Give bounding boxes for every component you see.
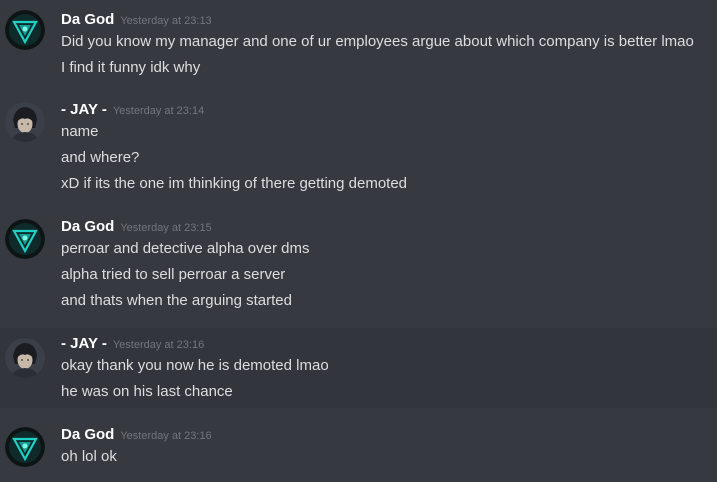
message-group: - JAY - Yesterday at 23:16 okay thank you…: [0, 328, 717, 408]
avatar[interactable]: [5, 219, 45, 259]
message-text: name: [61, 123, 99, 140]
avatar[interactable]: [5, 427, 45, 467]
green-triangle-logo-icon: [5, 10, 45, 50]
message-header: - JAY - Yesterday at 23:16: [61, 335, 204, 353]
avatar[interactable]: [5, 102, 45, 142]
green-triangle-logo-icon: [5, 427, 45, 467]
username[interactable]: - JAY -: [61, 335, 107, 352]
message-text: and where?: [61, 149, 140, 166]
anime-character-icon: [5, 338, 45, 378]
message-group: Da God Yesterday at 23:16 oh lol ok: [0, 417, 717, 482]
anime-character-icon: [5, 102, 45, 142]
username[interactable]: Da God: [61, 218, 114, 235]
timestamp: Yesterday at 23:16: [120, 430, 212, 442]
username[interactable]: - JAY -: [61, 101, 107, 118]
green-triangle-logo-icon: [5, 219, 45, 259]
message-header: Da God Yesterday at 23:13: [61, 11, 212, 29]
timestamp: Yesterday at 23:13: [120, 15, 212, 27]
username[interactable]: Da God: [61, 426, 114, 443]
message-text: oh lol ok: [61, 448, 117, 465]
message-group: Da God Yesterday at 23:15 perroar and det…: [0, 208, 717, 320]
timestamp: Yesterday at 23:16: [112, 339, 205, 351]
timestamp: Yesterday at 23:15: [120, 222, 212, 234]
message-header: Da God Yesterday at 23:15: [61, 218, 212, 236]
message-group: - JAY - Yesterday at 23:14 name and where…: [0, 91, 717, 203]
message-text: perroar and detective alpha over dms: [61, 240, 310, 257]
message-group: Da God Yesterday at 23:13 Did you know my…: [0, 0, 717, 90]
message-text: alpha tried to sell perroar a server: [61, 266, 286, 283]
message-text: he was on his last chance: [61, 383, 233, 400]
message-header: - JAY - Yesterday at 23:14: [61, 101, 204, 119]
username[interactable]: Da God: [61, 11, 114, 28]
chat-messages: Da God Yesterday at 23:13 Did you know my…: [0, 0, 717, 482]
message-text: xD if its the one im thinking of there g…: [61, 175, 408, 192]
message-header: Da God Yesterday at 23:16: [61, 426, 212, 444]
message-text: Did you know my manager and one of ur em…: [61, 33, 694, 50]
avatar[interactable]: [5, 338, 45, 378]
message-text: okay thank you now he is demoted lmao: [61, 357, 329, 374]
avatar[interactable]: [5, 10, 45, 50]
timestamp: Yesterday at 23:14: [112, 105, 205, 117]
message-text: and thats when the arguing started: [61, 292, 292, 309]
message-text: I find it funny idk why: [61, 59, 201, 76]
